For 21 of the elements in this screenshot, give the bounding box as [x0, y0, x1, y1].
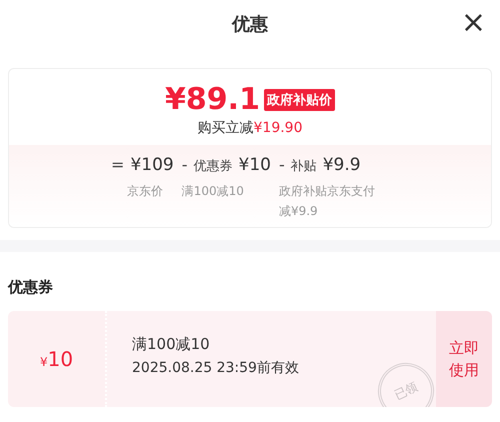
term-note: 京东价: [126, 183, 164, 200]
saving-text: 购买立减¥19.90: [198, 119, 302, 137]
term-label: 补贴: [290, 158, 317, 175]
coupon-value: ¥10: [40, 347, 74, 371]
term-label: 优惠券: [194, 158, 232, 175]
term-amount: ¥9.9: [322, 155, 361, 175]
term-note: 满100减10: [182, 183, 245, 200]
close-button[interactable]: ×: [456, 8, 490, 38]
coupon-condition: 满100减10: [132, 335, 211, 354]
final-price: ¥89.1: [165, 83, 260, 117]
operator-sign: =: [111, 155, 124, 174]
dialog-title: 优惠: [232, 13, 268, 36]
term-amount: ¥109: [130, 155, 174, 175]
section-title: 优惠券: [6, 277, 54, 298]
term-note: 政府补贴京东支付减¥9.9: [278, 183, 376, 220]
coupon-validity: 2025.08.25 23:59前有效: [132, 359, 300, 377]
use-now-button[interactable]: 立即使用: [436, 311, 492, 407]
term-amount: ¥10: [238, 155, 271, 175]
operator-sign: -: [182, 155, 188, 174]
subsidy-tag: 政府补贴价: [264, 89, 335, 111]
operator-sign: -: [278, 155, 285, 174]
